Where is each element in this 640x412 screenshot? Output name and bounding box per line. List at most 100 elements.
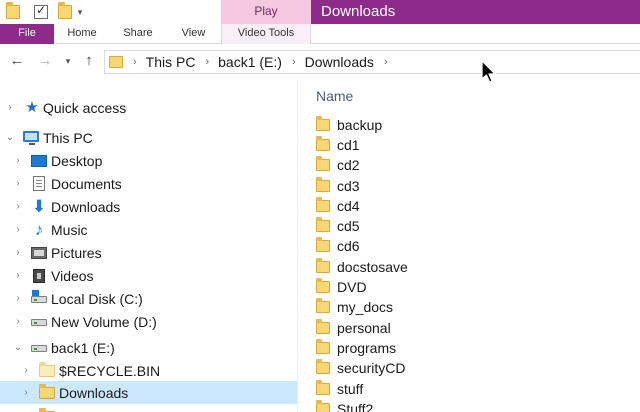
tab-view[interactable]: View xyxy=(166,24,221,44)
list-item[interactable]: backup xyxy=(316,115,382,135)
nav-item-label: Local Disk (C:) xyxy=(51,290,143,307)
list-item[interactable]: programs xyxy=(316,338,396,358)
list-item[interactable]: personal xyxy=(316,318,391,338)
folder-icon xyxy=(109,56,123,68)
up-arrow-icon[interactable]: ↑ xyxy=(80,51,98,71)
pictures-icon xyxy=(31,246,47,259)
star-icon: ★ xyxy=(25,98,39,116)
breadcrumb-this-pc[interactable]: This PC xyxy=(146,54,196,70)
folder-icon xyxy=(316,237,330,252)
chevron-right-icon[interactable]: › xyxy=(21,387,31,399)
forward-arrow-icon[interactable]: → xyxy=(36,51,54,71)
chevron-right-icon[interactable]: › xyxy=(13,270,23,282)
file-name: programs xyxy=(337,340,397,356)
folder-icon xyxy=(316,380,330,395)
chevron-right-icon[interactable]: › xyxy=(292,56,296,68)
list-item[interactable]: DVD xyxy=(316,277,367,297)
chevron-right-icon[interactable]: › xyxy=(21,365,31,377)
chevron-right-icon[interactable]: › xyxy=(13,224,23,236)
folder-icon xyxy=(316,278,330,293)
drive-icon xyxy=(31,345,47,352)
videos-icon xyxy=(33,268,45,283)
chevron-right-icon[interactable]: › xyxy=(13,178,23,190)
address-bar[interactable]: › This PC › back1 (E:) › Downloads › xyxy=(104,50,640,74)
recent-locations-chevron-icon[interactable]: ▾ xyxy=(62,51,74,71)
nav-item-music[interactable]: › ♪ Music xyxy=(0,218,297,241)
quick-access-toolbar: ▾ xyxy=(0,0,84,24)
list-item[interactable]: cd5 xyxy=(316,216,360,236)
nav-item-label: Documents xyxy=(51,175,122,192)
list-item[interactable]: Stuff2 xyxy=(316,399,373,412)
folder-icon xyxy=(316,177,330,192)
ribbon-tab-bar: File Home Share View Video Tools xyxy=(0,24,640,44)
breadcrumb-back1-drive[interactable]: back1 (E:) xyxy=(218,54,282,70)
file-name: securityCD xyxy=(337,360,406,376)
chevron-right-icon[interactable]: › xyxy=(13,247,23,259)
list-item[interactable]: cd3 xyxy=(316,176,360,196)
nav-item-downloads[interactable]: › ⬇ Downloads xyxy=(0,195,297,218)
tab-video-tools[interactable]: Video Tools xyxy=(221,24,311,44)
computer-icon xyxy=(23,131,39,145)
file-name: cd2 xyxy=(337,157,360,173)
chevron-right-icon[interactable]: › xyxy=(133,56,137,68)
tab-share[interactable]: Share xyxy=(110,24,166,44)
nav-item-videos[interactable]: › Videos xyxy=(0,264,297,287)
nav-item-recycle-bin[interactable]: › $RECYCLE.BIN xyxy=(0,359,297,382)
nav-item-local-disk-c[interactable]: › Local Disk (C:) xyxy=(0,287,297,310)
windows-drive-icon xyxy=(31,290,47,303)
back-arrow-icon[interactable]: ← xyxy=(8,51,26,71)
properties-icon[interactable] xyxy=(34,3,48,19)
list-item[interactable]: cd6 xyxy=(316,236,360,256)
chevron-right-icon[interactable]: › xyxy=(13,201,23,213)
file-name: docstosave xyxy=(337,259,408,275)
list-item[interactable]: cd4 xyxy=(316,196,360,216)
file-name: cd3 xyxy=(337,178,360,194)
file-name: personal xyxy=(337,320,391,336)
nav-item-label: Pictures xyxy=(51,244,102,261)
navigation-pane: › ★ Quick access ⌄ This PC › Desktop › D… xyxy=(0,80,298,412)
chevron-right-icon[interactable]: › xyxy=(13,316,23,328)
chevron-right-icon[interactable]: › xyxy=(384,56,388,68)
chevron-right-icon[interactable]: › xyxy=(205,56,209,68)
chevron-right-icon[interactable]: › xyxy=(13,155,23,167)
folder-icon xyxy=(316,359,330,374)
nav-item-pictures[interactable]: › Pictures xyxy=(0,241,297,264)
nav-item-label: Quick access xyxy=(43,99,127,116)
chevron-right-icon[interactable]: › xyxy=(5,102,15,114)
title-bar: ▾ Play Downloads xyxy=(0,0,640,24)
nav-item-quick-access[interactable]: › ★ Quick access xyxy=(0,96,297,119)
list-item[interactable]: docstosave xyxy=(316,257,408,277)
column-header-name[interactable]: Name xyxy=(316,88,353,104)
nav-item-label: Desktop xyxy=(51,152,103,169)
breadcrumb-downloads[interactable]: Downloads xyxy=(305,54,374,70)
nav-item-partial xyxy=(0,405,297,412)
chevron-right-icon[interactable]: › xyxy=(13,293,23,305)
nav-item-documents[interactable]: › Documents xyxy=(0,172,297,195)
chevron-down-icon[interactable]: ⌄ xyxy=(13,342,23,354)
list-item[interactable]: cd2 xyxy=(316,155,360,175)
list-item[interactable]: stuff xyxy=(316,379,363,399)
tab-home[interactable]: Home xyxy=(54,24,110,44)
folder-icon xyxy=(316,116,330,131)
nav-item-new-volume-d[interactable]: › New Volume (D:) xyxy=(0,310,297,333)
customize-toolbar-dropdown-icon[interactable]: ▾ xyxy=(76,6,84,18)
list-item[interactable]: securityCD xyxy=(316,358,405,378)
folder-icon xyxy=(316,258,330,273)
nav-item-label: Downloads xyxy=(51,198,121,215)
nav-item-downloads-folder[interactable]: › Downloads xyxy=(0,381,297,404)
new-folder-icon[interactable] xyxy=(58,2,72,19)
tab-file[interactable]: File xyxy=(0,24,54,44)
file-name: stuff xyxy=(337,381,364,397)
nav-item-back1-e[interactable]: ⌄ back1 (E:) xyxy=(0,336,297,359)
nav-item-label: Videos xyxy=(51,267,94,284)
folder-icon xyxy=(39,362,55,377)
file-name: cd6 xyxy=(337,238,360,254)
nav-item-this-pc[interactable]: ⌄ This PC xyxy=(0,126,297,149)
list-item[interactable]: my_docs xyxy=(316,297,393,317)
list-item[interactable]: cd1 xyxy=(316,135,360,155)
chevron-down-icon[interactable]: ⌄ xyxy=(5,132,15,144)
nav-item-desktop[interactable]: › Desktop xyxy=(0,149,297,172)
tab-play[interactable]: Play xyxy=(221,0,311,24)
nav-item-label: New Volume (D:) xyxy=(51,313,157,330)
file-name: DVD xyxy=(337,279,367,295)
